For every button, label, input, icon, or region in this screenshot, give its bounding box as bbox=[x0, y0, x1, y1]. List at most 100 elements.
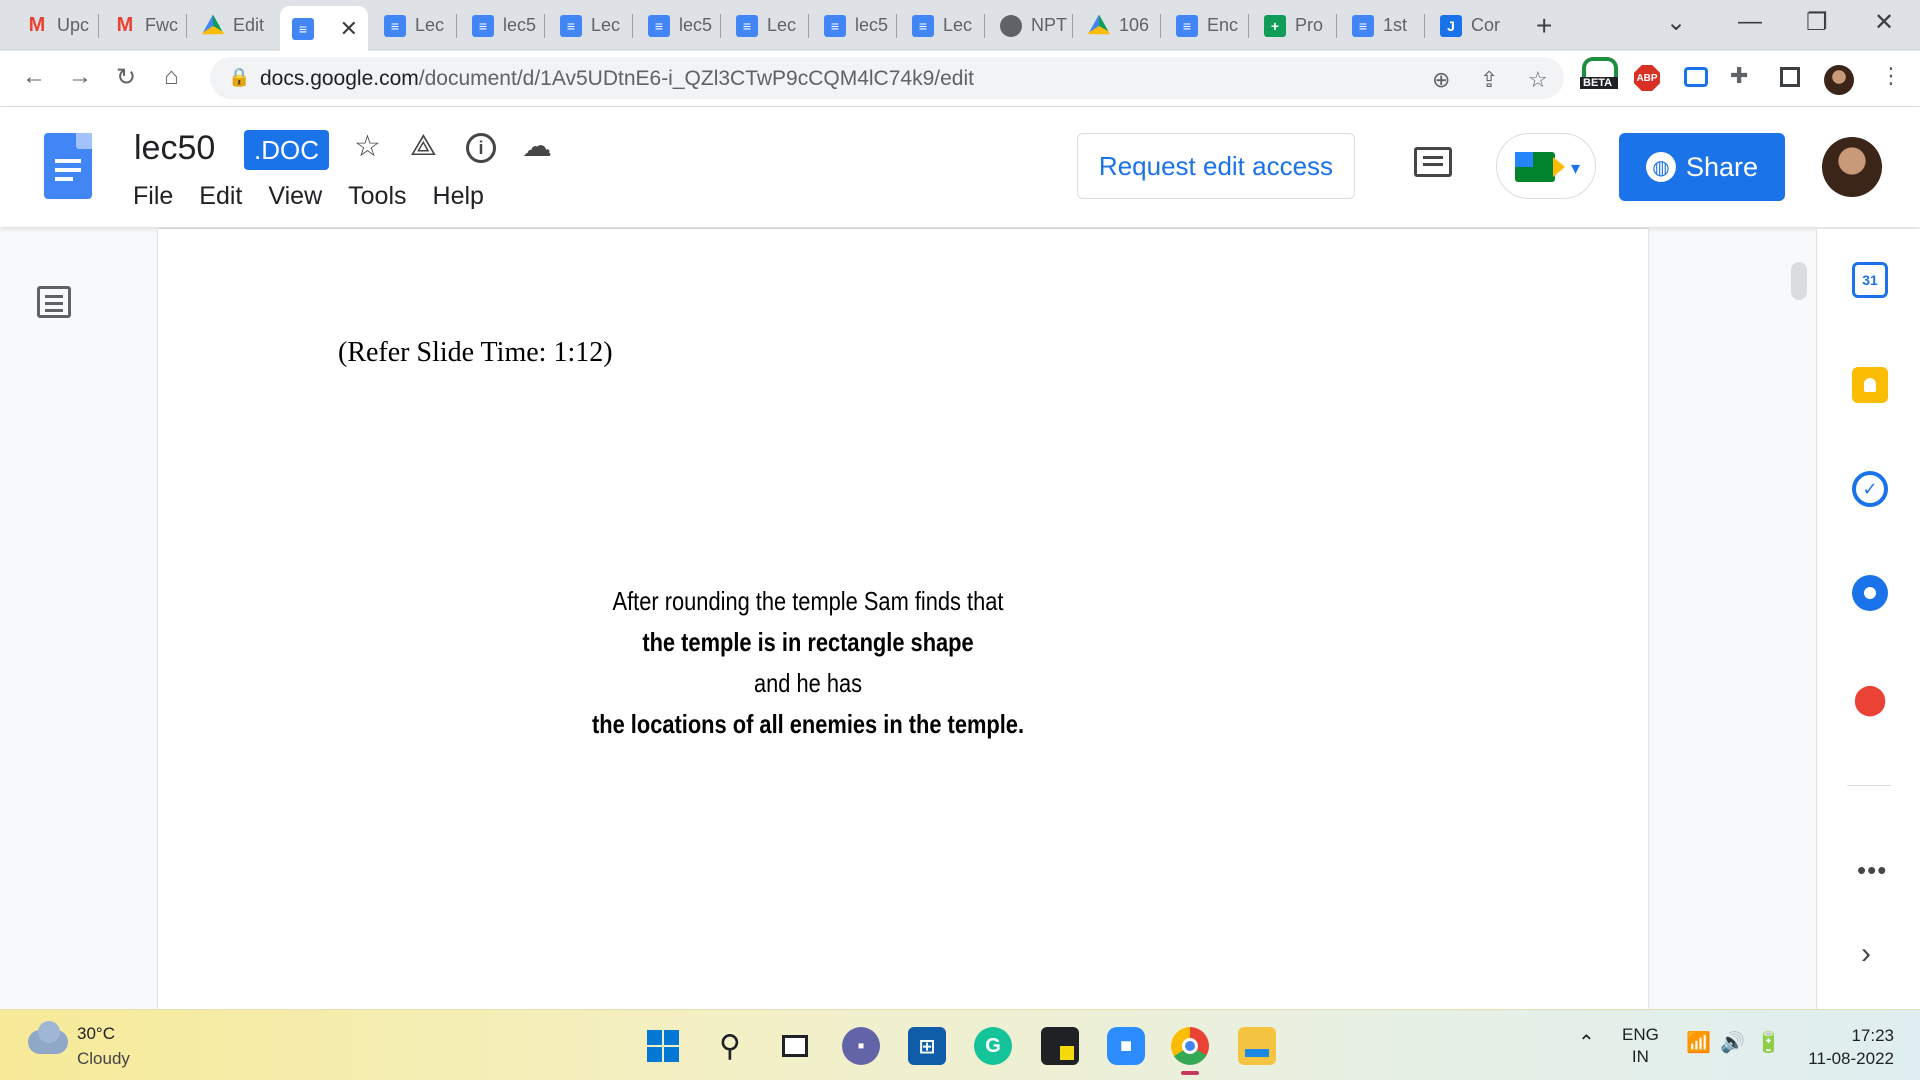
more-addons-icon[interactable]: ••• bbox=[1857, 855, 1887, 886]
profile-avatar[interactable] bbox=[1824, 65, 1854, 95]
windows-start-icon[interactable] bbox=[644, 1027, 682, 1065]
browser-tab[interactable]: ≡ Enc bbox=[1164, 8, 1246, 43]
share-button[interactable]: ◍ Share bbox=[1619, 133, 1785, 201]
tab-separator bbox=[808, 14, 809, 38]
menu-file[interactable]: File bbox=[133, 182, 173, 211]
restore-icon[interactable]: ❐ bbox=[1806, 8, 1828, 37]
grammarly-icon[interactable]: G bbox=[974, 1027, 1012, 1065]
google-docs-icon: ≡ bbox=[648, 14, 670, 37]
close-tab-icon[interactable]: ✕ bbox=[340, 16, 358, 42]
google-keep-icon[interactable] bbox=[1852, 367, 1888, 403]
document-page[interactable]: (Refer Slide Time: 1:12) After rounding … bbox=[158, 229, 1648, 1009]
chevron-right-icon[interactable]: › bbox=[1861, 937, 1871, 971]
browser-tab[interactable]: 106 bbox=[1076, 8, 1158, 43]
move-to-drive-icon[interactable]: ⟁ bbox=[410, 129, 437, 163]
browser-tab[interactable]: + Pro bbox=[1252, 8, 1334, 43]
language-indicator[interactable]: ENG IN bbox=[1622, 1024, 1659, 1068]
account-avatar[interactable] bbox=[1822, 137, 1882, 197]
microsoft-store-icon[interactable]: ⊞ bbox=[908, 1027, 946, 1065]
sticky-notes-icon[interactable] bbox=[1041, 1027, 1079, 1065]
slide-line: the locations of all enemies in the temp… bbox=[591, 709, 1025, 739]
document-outline-icon[interactable] bbox=[37, 286, 71, 318]
file-explorer-icon[interactable] bbox=[1238, 1027, 1276, 1065]
browser-tab[interactable]: J Cor bbox=[1428, 8, 1510, 43]
home-icon[interactable]: ⌂ bbox=[164, 63, 179, 91]
search-icon[interactable]: ⚲ bbox=[711, 1027, 749, 1065]
weather-description[interactable]: Cloudy bbox=[77, 1049, 130, 1069]
tab-search-chevron-icon[interactable]: ⌄ bbox=[1666, 8, 1686, 37]
bookmark-star-icon[interactable]: ☆ bbox=[1528, 67, 1548, 93]
google-docs-icon: ≡ bbox=[1352, 14, 1374, 37]
tab-separator bbox=[1424, 14, 1425, 38]
file-type-badge: .DOC bbox=[244, 130, 329, 170]
browser-tab[interactable]: ≡ ✕ bbox=[280, 6, 368, 51]
close-window-icon[interactable]: ✕ bbox=[1874, 8, 1894, 37]
share-label: Share bbox=[1685, 151, 1759, 182]
browser-tab[interactable]: ≡ lec5 bbox=[460, 8, 542, 43]
omnibox[interactable]: 🔒 docs.google.com/document/d/1Av5UDtnE6-… bbox=[210, 57, 1564, 99]
task-view-icon[interactable] bbox=[776, 1027, 814, 1065]
wifi-icon[interactable]: 📶 bbox=[1686, 1030, 1711, 1055]
reload-icon[interactable]: ↻ bbox=[116, 63, 136, 92]
side-panel: 31 ✓ ⬤ ••• › bbox=[1816, 229, 1920, 1009]
google-tasks-icon[interactable]: ✓ bbox=[1852, 471, 1888, 507]
zoom-icon[interactable]: ⊕ bbox=[1432, 67, 1450, 93]
tab-title: Fwc bbox=[145, 15, 178, 35]
star-icon[interactable]: ☆ bbox=[354, 129, 381, 164]
docs-logo-icon[interactable] bbox=[44, 133, 92, 199]
browser-tab[interactable]: ≡ Lec bbox=[900, 8, 982, 43]
menu-help[interactable]: Help bbox=[433, 182, 484, 211]
cloudy-weather-icon[interactable] bbox=[28, 1021, 68, 1054]
browser-tab[interactable]: Edit bbox=[190, 8, 272, 43]
tab-strip: M Upc M Fwc Edit ≡ ✕ ≡ Lec ≡ lec5 ≡ Lec ≡ lec5 ≡ Lec ≡ lec… bbox=[0, 0, 1920, 51]
zoom-icon[interactable]: ■ bbox=[1107, 1027, 1145, 1065]
clock-date: 11-08-2022 bbox=[1808, 1049, 1894, 1068]
comments-icon[interactable] bbox=[1414, 147, 1452, 177]
battery-icon[interactable]: 🔋 bbox=[1756, 1030, 1781, 1055]
adblock-icon[interactable]: ABP bbox=[1634, 65, 1660, 91]
extensions-puzzle-icon[interactable]: ✚ bbox=[1730, 63, 1748, 89]
docs-header: lec50 .DOC ☆ ⟁ i ☁ File Edit View Tools … bbox=[0, 107, 1920, 227]
browser-tab[interactable]: ≡ Lec bbox=[548, 8, 630, 43]
browser-tab[interactable]: ≡ 1st bbox=[1340, 8, 1422, 43]
show-hidden-icons-chevron[interactable]: ⌃ bbox=[1578, 1030, 1595, 1055]
url-text[interactable]: docs.google.com/document/d/1Av5UDtnE6-i_… bbox=[260, 67, 974, 91]
browser-tab[interactable]: M Upc bbox=[14, 8, 96, 43]
scrollbar-thumb[interactable] bbox=[1791, 262, 1807, 300]
tab-title: Lec bbox=[767, 15, 797, 35]
teams-chat-icon[interactable]: ▪ bbox=[842, 1027, 880, 1065]
menu-tools[interactable]: Tools bbox=[348, 182, 406, 211]
browser-tab[interactable]: ≡ lec5 bbox=[812, 8, 894, 43]
browser-tab[interactable]: ≡ Lec bbox=[724, 8, 806, 43]
menu-edit[interactable]: Edit bbox=[199, 182, 242, 211]
system-clock[interactable]: 17:23 11-08-2022 bbox=[1800, 1024, 1894, 1070]
google-drive-icon bbox=[202, 14, 224, 35]
chrome-icon[interactable] bbox=[1171, 1027, 1209, 1065]
volume-icon[interactable]: 🔊 bbox=[1720, 1030, 1745, 1055]
extension-beta-icon[interactable]: BETA bbox=[1580, 57, 1618, 89]
meet-button[interactable]: ▾ bbox=[1496, 133, 1596, 199]
google-calendar-icon[interactable]: 31 bbox=[1852, 262, 1888, 298]
browser-tab[interactable]: ≡ lec5 bbox=[636, 8, 718, 43]
forward-icon[interactable]: → bbox=[68, 63, 92, 91]
side-panel-icon[interactable] bbox=[1780, 67, 1800, 87]
google-contacts-icon[interactable] bbox=[1852, 575, 1888, 611]
info-icon[interactable]: i bbox=[466, 133, 496, 163]
screen-capture-icon[interactable] bbox=[1684, 67, 1708, 87]
browser-tab[interactable]: NPT bbox=[988, 8, 1070, 43]
back-icon[interactable]: ← bbox=[22, 63, 46, 91]
minimize-icon[interactable]: — bbox=[1738, 8, 1762, 36]
browser-tab[interactable]: ≡ Lec bbox=[372, 8, 454, 43]
new-tab-button[interactable]: + bbox=[1536, 10, 1552, 42]
weather-temperature[interactable]: 30°C bbox=[77, 1024, 115, 1044]
cloud-status-icon[interactable]: ☁ bbox=[522, 129, 552, 164]
document-title[interactable]: lec50 bbox=[134, 129, 215, 168]
menu-kebab-icon[interactable]: ⋮ bbox=[1880, 63, 1902, 89]
tab-title: lec5 bbox=[855, 15, 889, 35]
share-page-icon[interactable]: ⇪ bbox=[1480, 67, 1498, 93]
lock-icon[interactable]: 🔒 bbox=[228, 67, 250, 88]
menu-view[interactable]: View bbox=[268, 182, 322, 211]
google-maps-icon[interactable]: ⬤ bbox=[1852, 681, 1888, 717]
request-edit-access-button[interactable]: Request edit access bbox=[1077, 133, 1355, 199]
browser-tab[interactable]: M Fwc bbox=[102, 8, 184, 43]
